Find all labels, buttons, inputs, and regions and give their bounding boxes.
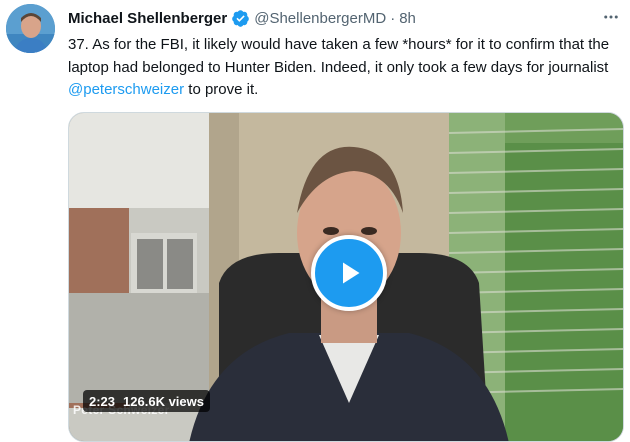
timestamp[interactable]: 8h (399, 10, 416, 27)
more-icon[interactable] (598, 6, 624, 28)
video-duration: 2:23 (89, 393, 116, 409)
video-stats: 2:23 126.6K views (83, 390, 210, 412)
video-player[interactable]: Peter Schweizer 2:23 126.6K views (68, 112, 624, 442)
author-handle[interactable]: @ShellenbergerMD (254, 10, 386, 27)
play-icon[interactable] (311, 235, 387, 311)
video-views: 126.6K views (123, 393, 204, 409)
tweet-text: 37. As for the FBI, it likely would have… (68, 34, 618, 102)
mention-link[interactable]: @peterschweizer (68, 81, 184, 98)
tweet[interactable]: Michael Shellenberger @ShellenbergerMD ·… (0, 0, 630, 442)
author-name[interactable]: Michael Shellenberger (68, 10, 227, 27)
tweet-header: Michael Shellenberger @ShellenbergerMD ·… (68, 7, 416, 29)
separator-dot: · (390, 9, 396, 27)
tweet-text-before: 37. As for the FBI, it likely would have… (68, 36, 610, 76)
tweet-text-after: to prove it. (184, 81, 259, 98)
avatar[interactable] (6, 4, 55, 53)
verified-badge-icon (231, 9, 250, 28)
